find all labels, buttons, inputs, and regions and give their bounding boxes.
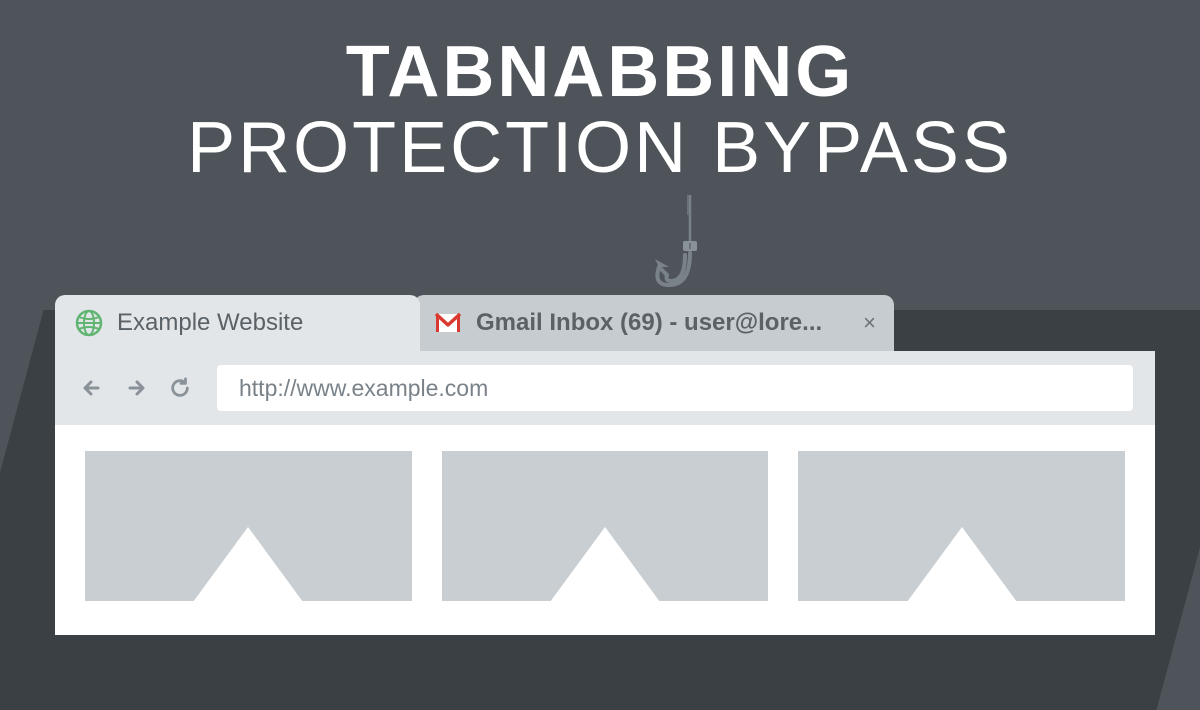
back-button[interactable]	[77, 373, 107, 403]
placeholder-image	[442, 451, 769, 601]
browser-window: Example Website Gmail Inbox (69) - user@…	[55, 295, 1155, 635]
fishing-hook-icon	[655, 195, 725, 305]
url-text: http://www.example.com	[239, 375, 488, 402]
placeholder-image	[85, 451, 412, 601]
gmail-icon	[434, 309, 462, 337]
tab-example-website[interactable]: Example Website	[55, 295, 420, 351]
page-content	[55, 425, 1155, 635]
forward-button[interactable]	[121, 373, 151, 403]
tab-label: Example Website	[117, 309, 303, 337]
tab-gmail-inbox[interactable]: Gmail Inbox (69) - user@lore... ×	[414, 295, 894, 351]
url-bar[interactable]: http://www.example.com	[217, 365, 1133, 411]
title-line-2: PROTECTION BYPASS	[0, 111, 1200, 187]
globe-icon	[75, 309, 103, 337]
title-line-1: TABNABBING	[0, 35, 1200, 111]
placeholder-image	[798, 451, 1125, 601]
reload-button[interactable]	[165, 373, 195, 403]
tab-label: Gmail Inbox (69) - user@lore...	[476, 309, 822, 337]
browser-toolbar: http://www.example.com	[55, 351, 1155, 425]
close-icon[interactable]: ×	[863, 310, 876, 336]
tabs-row: Example Website Gmail Inbox (69) - user@…	[55, 295, 1155, 351]
